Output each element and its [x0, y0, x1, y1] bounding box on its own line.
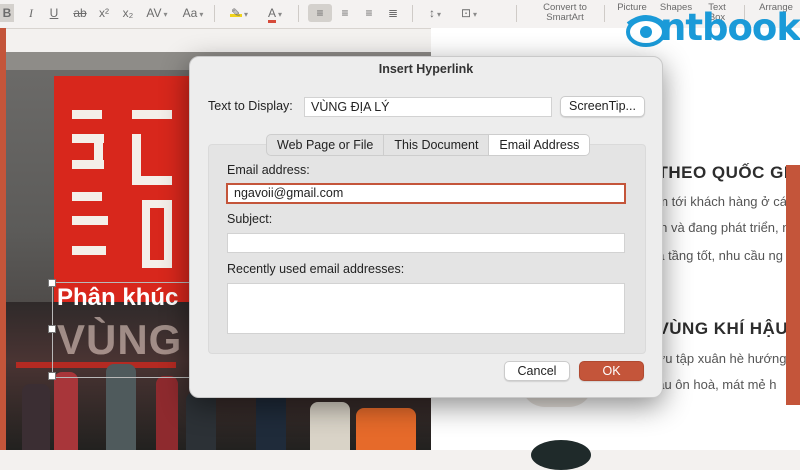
subject-field[interactable]: [227, 233, 625, 253]
chevron-down-icon: ▾: [473, 10, 478, 19]
align-right-icon: ≡: [365, 6, 373, 20]
tab-web-page-or-file[interactable]: Web Page or File: [267, 135, 385, 155]
chevron-down-icon: ▾: [243, 10, 248, 19]
text-to-display-label: Text to Display:: [208, 99, 293, 113]
recent-emails-list[interactable]: [227, 283, 625, 334]
toolbar-divider: [516, 5, 517, 22]
ntbook-logo: ntbook: [626, 6, 800, 52]
chevron-down-icon: ▾: [199, 10, 204, 19]
chevron-down-icon: ▾: [436, 10, 441, 19]
text-to-display-field[interactable]: VÙNG ĐỊA LÝ: [304, 97, 552, 117]
align-center-button[interactable]: ≡: [334, 4, 356, 22]
align-left-button[interactable]: ≡: [308, 4, 332, 22]
convert-smartart-label-line2: SmartArt: [546, 12, 584, 23]
convert-smartart-button[interactable]: Convert to SmartArt: [534, 3, 596, 23]
line-spacing-button[interactable]: ↕ ▾: [420, 4, 450, 22]
slide-paragraph-line: hậu ôn hoà, mát mẻ h: [650, 377, 777, 392]
toolbar-divider: [214, 5, 215, 22]
bold-button[interactable]: B: [0, 4, 14, 22]
font-color-button[interactable]: A ▾: [260, 4, 290, 23]
text-box-icon: ⊡: [460, 6, 472, 20]
change-case-label: Aa: [182, 6, 198, 20]
email-address-field[interactable]: ngavoii@gmail.com: [226, 183, 626, 204]
insert-hyperlink-dialog: Insert Hyperlink Text to Display: VÙNG Đ…: [189, 56, 663, 398]
toolbar-divider: [604, 5, 605, 22]
tab-this-document[interactable]: This Document: [384, 135, 490, 155]
highlighter-icon: ✎: [229, 6, 242, 20]
toolbar-divider: [412, 5, 413, 22]
slide-heading-climate: . VÙNG KHÍ HẬU: [647, 319, 789, 338]
align-center-icon: ≡: [341, 6, 349, 20]
italic-button[interactable]: I: [24, 4, 38, 22]
slide-heading-country: . THEO QUỐC GIA: [647, 163, 800, 182]
resize-handle[interactable]: [48, 325, 56, 333]
align-left-icon: ≡: [316, 6, 324, 20]
slide-overlay-big-text: VÙNG: [57, 316, 183, 363]
character-spacing-label: AV: [146, 6, 162, 20]
tab-email-address[interactable]: Email Address: [489, 135, 590, 155]
character-spacing-button[interactable]: AV ▾: [142, 4, 172, 22]
logo-text: ntbook: [660, 6, 800, 49]
slide-paragraph-line: ẩm tới khách hàng ở các: [650, 194, 794, 209]
justify-button[interactable]: ≣: [382, 4, 404, 22]
recent-emails-label: Recently used email addresses:: [227, 262, 405, 276]
subscript-button[interactable]: x₂: [120, 4, 136, 22]
subject-label: Subject:: [227, 212, 273, 226]
superscript-button[interactable]: x²: [96, 4, 112, 22]
dialog-title: Insert Hyperlink: [378, 62, 474, 76]
highlight-color-button[interactable]: ✎ ▾: [224, 4, 254, 22]
align-right-button[interactable]: ≡: [358, 4, 380, 22]
slide-accent-bar: [786, 165, 800, 405]
underline-button[interactable]: U: [46, 4, 62, 22]
email-address-label: Email address:: [227, 163, 310, 177]
font-color-label: A: [267, 6, 276, 23]
strikethrough-button[interactable]: ab: [70, 4, 90, 22]
slide-paragraph-line: iển và đang phát triển, n: [650, 220, 790, 235]
uniqlo-sign: [54, 76, 192, 306]
link-type-tabs: Web Page or File This Document Email Add…: [266, 134, 591, 156]
slide-overlay-title: Phân khúc: [57, 284, 179, 311]
chevron-down-icon: ▾: [163, 10, 168, 19]
slide-paragraph-line: sưu tập xuân hè hướng: [650, 351, 787, 366]
justify-icon: ≣: [387, 6, 399, 20]
change-case-button[interactable]: Aa ▾: [176, 4, 210, 22]
screentip-button[interactable]: ScreenTip...: [560, 96, 645, 117]
ok-button[interactable]: OK: [579, 361, 644, 381]
slide-paragraph-line: hạ tầng tốt, nhu cầu ng: [650, 248, 783, 263]
toolbar-divider: [298, 5, 299, 22]
chevron-down-icon: ▾: [278, 10, 283, 19]
resize-handle[interactable]: [48, 372, 56, 380]
decorative-circle: [531, 440, 591, 470]
cancel-button[interactable]: Cancel: [504, 361, 570, 381]
resize-handle[interactable]: [48, 279, 56, 287]
text-direction-button[interactable]: ⊡ ▾: [454, 4, 484, 22]
line-spacing-icon: ↕: [428, 6, 435, 20]
